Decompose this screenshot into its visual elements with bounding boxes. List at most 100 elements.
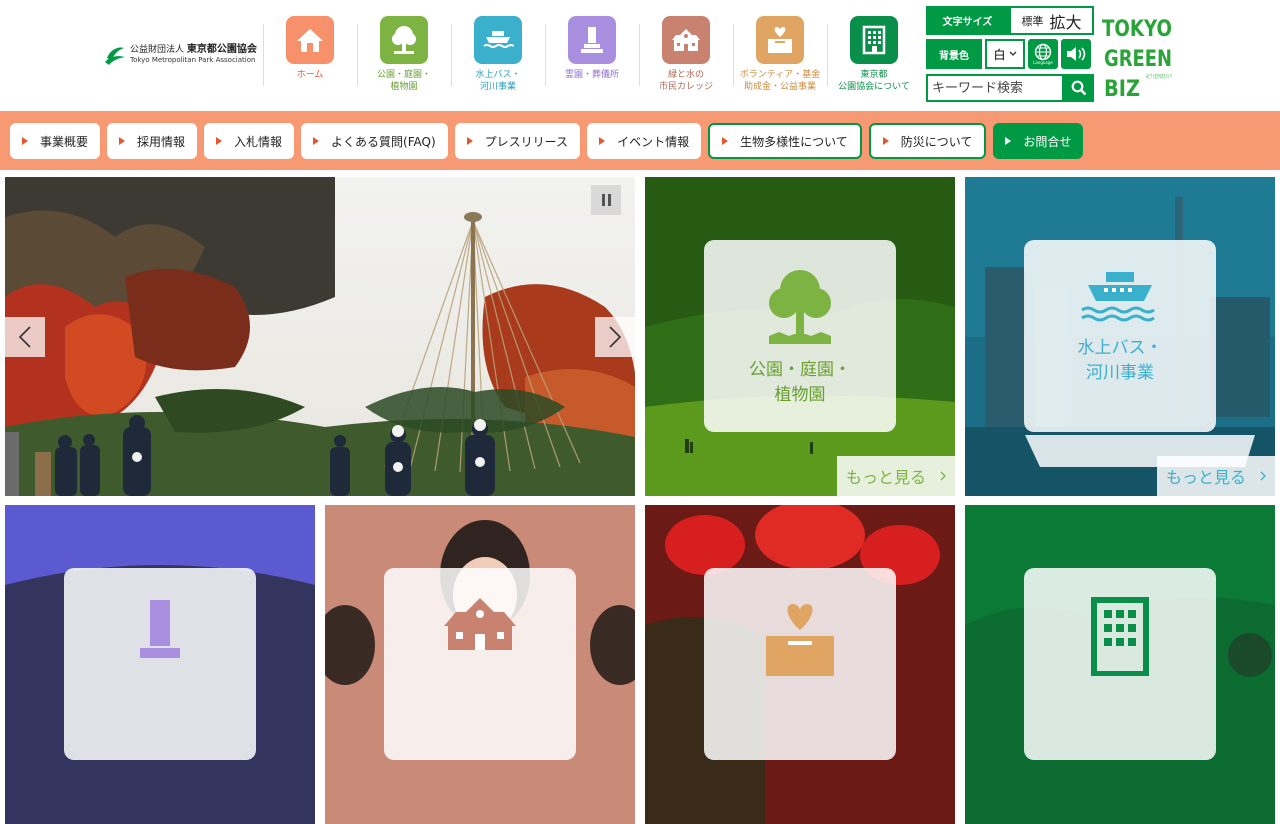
tile-card: 公園・庭園・ 植物園: [704, 240, 896, 432]
chevron-left-icon: [18, 326, 31, 348]
svg-text:GREEN: GREEN: [1104, 47, 1172, 72]
nav-label: 霊園・葬儀所: [564, 70, 619, 80]
grave-icon: [140, 600, 180, 658]
chevron-right-icon: [940, 471, 946, 481]
logo-name: 東京都公園協会: [186, 43, 257, 55]
background-color-value: 白: [993, 47, 1006, 62]
tile-college[interactable]: [325, 505, 635, 824]
font-size-label: 文字サイズ: [926, 6, 1009, 35]
nav-label: 緑と水の 市民カレッジ: [658, 70, 713, 92]
search-button[interactable]: [1064, 74, 1094, 102]
triangle-right-icon: [216, 137, 223, 145]
nav-volunteer[interactable]: ボランティア・基金 助成金・公益事業: [733, 0, 827, 100]
subnav-recruit[interactable]: 採用情報: [107, 123, 198, 159]
svg-text:BIZ: BIZ: [1104, 77, 1140, 100]
background-color-select[interactable]: 白: [985, 39, 1025, 69]
tile-label: 水上バス・ 河川事業: [1077, 338, 1163, 383]
tile-about[interactable]: [965, 505, 1275, 824]
subnav-contact[interactable]: お問合せ: [993, 123, 1084, 159]
logo-prefix: 公益財団法人: [130, 44, 185, 55]
search-icon: [1071, 80, 1087, 96]
triangle-right-icon: [313, 137, 320, 145]
tile-card: [704, 568, 896, 760]
tile-waterbus[interactable]: 水上バス・ 河川事業 もっと見る: [965, 177, 1275, 496]
building-icon: [850, 16, 898, 64]
triangle-right-icon: [599, 137, 606, 145]
subnav-events[interactable]: イベント情報: [587, 123, 702, 159]
pause-icon: [601, 194, 605, 206]
slider-prev-button[interactable]: [5, 317, 45, 357]
nav-label: ホーム: [296, 70, 324, 80]
nav-home[interactable]: ホーム: [263, 0, 357, 100]
park-association-logo-icon: [105, 47, 125, 65]
tile-card: 水上バス・ 河川事業: [1024, 240, 1216, 432]
donation-box-icon: [756, 16, 804, 64]
subnav-overview[interactable]: 事業概要: [10, 123, 101, 159]
read-aloud-button[interactable]: [1061, 39, 1091, 69]
tile-volunteer[interactable]: [645, 505, 955, 824]
tree-icon: [769, 270, 831, 344]
language-label: Language: [1033, 60, 1053, 65]
site-logo[interactable]: 公益財団法人 東京都公園協会 Tokyo Metropolitan Park A…: [104, 42, 257, 66]
more-link[interactable]: もっと見る: [837, 456, 955, 496]
home-icon: [286, 16, 334, 64]
tokyo-green-biz-icon: TOKYO GREEN BIZ みどりと生きるまちづくり: [1102, 17, 1172, 102]
tile-label: 公園・庭園・ 植物園: [749, 360, 851, 405]
logo-english: Tokyo Metropolitan Park Association: [130, 55, 256, 64]
chevron-right-icon: [609, 326, 622, 348]
nav-college[interactable]: 緑と水の 市民カレッジ: [639, 0, 733, 100]
triangle-right-icon: [22, 137, 28, 145]
tile-card: [384, 568, 576, 760]
nav-parks[interactable]: 公園・庭園・ 植物園: [357, 0, 451, 100]
nav-about[interactable]: 東京都 公園協会について: [827, 0, 921, 100]
tree-icon: [380, 16, 428, 64]
school-icon: [444, 598, 516, 650]
svg-text:みどりと生きるまちづくり: みどりと生きるまちづくり: [1146, 73, 1172, 80]
font-standard-button[interactable]: 標準: [1021, 13, 1043, 29]
slider-photo: [5, 177, 635, 496]
triangle-right-icon: [466, 137, 473, 145]
site-header: 公益財団法人 東京都公園協会 Tokyo Metropolitan Park A…: [0, 0, 1280, 110]
speaker-icon: [1067, 47, 1086, 61]
subnav-disaster[interactable]: 防災について: [868, 123, 987, 159]
font-large-button[interactable]: 拡大: [1049, 9, 1081, 33]
subnav-press[interactable]: プレスリリース: [454, 123, 581, 159]
slider-next-button[interactable]: [595, 317, 635, 357]
triangle-right-icon: [722, 137, 729, 145]
language-button[interactable]: Language: [1028, 39, 1058, 69]
nav-label: ボランティア・基金 助成金・公益事業: [739, 70, 821, 92]
nav-waterbus[interactable]: 水上バス・ 河川事業: [451, 0, 545, 100]
sub-nav: 事業概要 採用情報 入札情報 よくある質問(FAQ) プレスリリース イベント情…: [0, 111, 1280, 170]
tokyo-green-biz-logo[interactable]: TOKYO GREEN BIZ みどりと生きるまちづくり: [1100, 8, 1174, 102]
background-color-label: 背景色: [926, 39, 982, 69]
svg-text:TOKYO: TOKYO: [1102, 17, 1172, 42]
triangle-right-icon: [1005, 137, 1012, 145]
more-link[interactable]: もっと見る: [1157, 456, 1275, 496]
triangle-right-icon: [882, 137, 889, 145]
subnav-faq[interactable]: よくある質問(FAQ): [301, 123, 448, 159]
utility-panel: 文字サイズ 標準 拡大 背景色 白 Language: [926, 6, 1094, 102]
ship-icon: [474, 16, 522, 64]
grave-icon: [568, 16, 616, 64]
slider-pause-button[interactable]: [591, 185, 621, 215]
chevron-right-icon: [1260, 471, 1266, 481]
search-input[interactable]: [926, 74, 1064, 102]
donation-box-icon: [766, 604, 834, 676]
nav-cemetery[interactable]: 霊園・葬儀所: [545, 0, 639, 100]
school-icon: [662, 16, 710, 64]
tile-card: [64, 568, 256, 760]
search-box: [926, 74, 1094, 102]
subnav-bidding[interactable]: 入札情報: [204, 123, 295, 159]
hero-slider[interactable]: [5, 177, 635, 496]
tile-parks[interactable]: 公園・庭園・ 植物園 もっと見る: [645, 177, 955, 496]
nav-label: 東京都 公園協会について: [838, 70, 910, 92]
chevron-down-icon: [1009, 51, 1016, 56]
building-icon: [1091, 597, 1149, 676]
tile-cemetery[interactable]: [5, 505, 315, 824]
tile-card: [1024, 568, 1216, 760]
globe-icon: [1034, 43, 1052, 61]
subnav-biodiversity[interactable]: 生物多様性について: [708, 123, 862, 159]
global-nav: ホーム 公園・庭園・ 植物園 水上バス・ 河川事業 霊園・葬儀所 緑と水の 市民…: [263, 0, 921, 100]
nav-label: 水上バス・ 河川事業: [475, 70, 521, 92]
nav-label: 公園・庭園・ 植物園: [376, 70, 431, 92]
